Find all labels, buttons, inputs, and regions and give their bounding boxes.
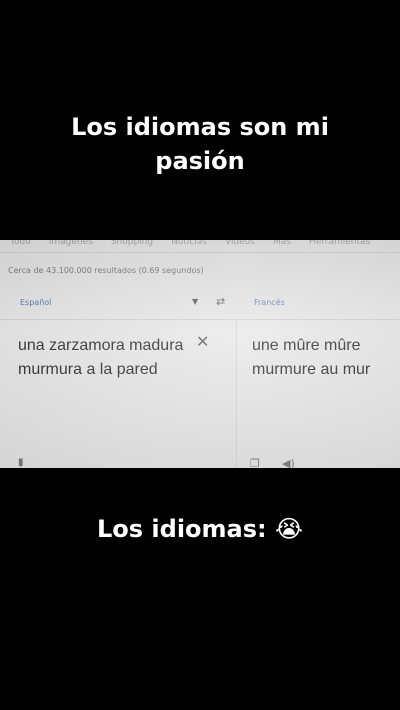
microphone-icon[interactable]: ▮: [18, 457, 24, 468]
target-language-select[interactable]: Francés: [254, 298, 285, 307]
bottom-caption: Los idiomas: 😭: [96, 515, 304, 543]
tab-images[interactable]: Imágenes: [49, 240, 93, 249]
top-caption: Los idiomas son mi pasión: [71, 113, 329, 175]
tab-more[interactable]: Más: [273, 240, 291, 249]
speaker-icon[interactable]: ◀): [282, 457, 295, 468]
results-count: Cerca de 43.100.000 resultados (0.69 seg…: [8, 266, 204, 275]
tab-news[interactable]: Noticias: [171, 240, 207, 249]
panel-divider: [236, 320, 237, 468]
tab-shopping[interactable]: Shopping: [111, 240, 153, 249]
chevron-down-icon[interactable]: ▼: [192, 297, 198, 306]
language-row-divider: [0, 319, 400, 320]
tab-tools[interactable]: Herramientas: [309, 240, 370, 249]
translation-output: une mûre mûre murmure au mur: [252, 337, 371, 378]
video-frame: Todo Imágenes Shopping Noticias Videos M…: [0, 240, 400, 468]
tab-videos[interactable]: Videos: [225, 240, 255, 249]
source-language-select[interactable]: Español: [20, 298, 51, 307]
close-icon[interactable]: ✕: [196, 332, 209, 351]
tabs-divider: [0, 252, 400, 253]
copy-icon[interactable]: ❐: [250, 457, 260, 468]
source-text-input[interactable]: una zarzamora madura murmura a la pared: [18, 334, 188, 382]
tab-all[interactable]: Todo: [10, 240, 31, 249]
swap-arrows-icon[interactable]: ⇄: [216, 295, 225, 308]
search-tabs: Todo Imágenes Shopping Noticias Videos M…: [10, 240, 400, 249]
